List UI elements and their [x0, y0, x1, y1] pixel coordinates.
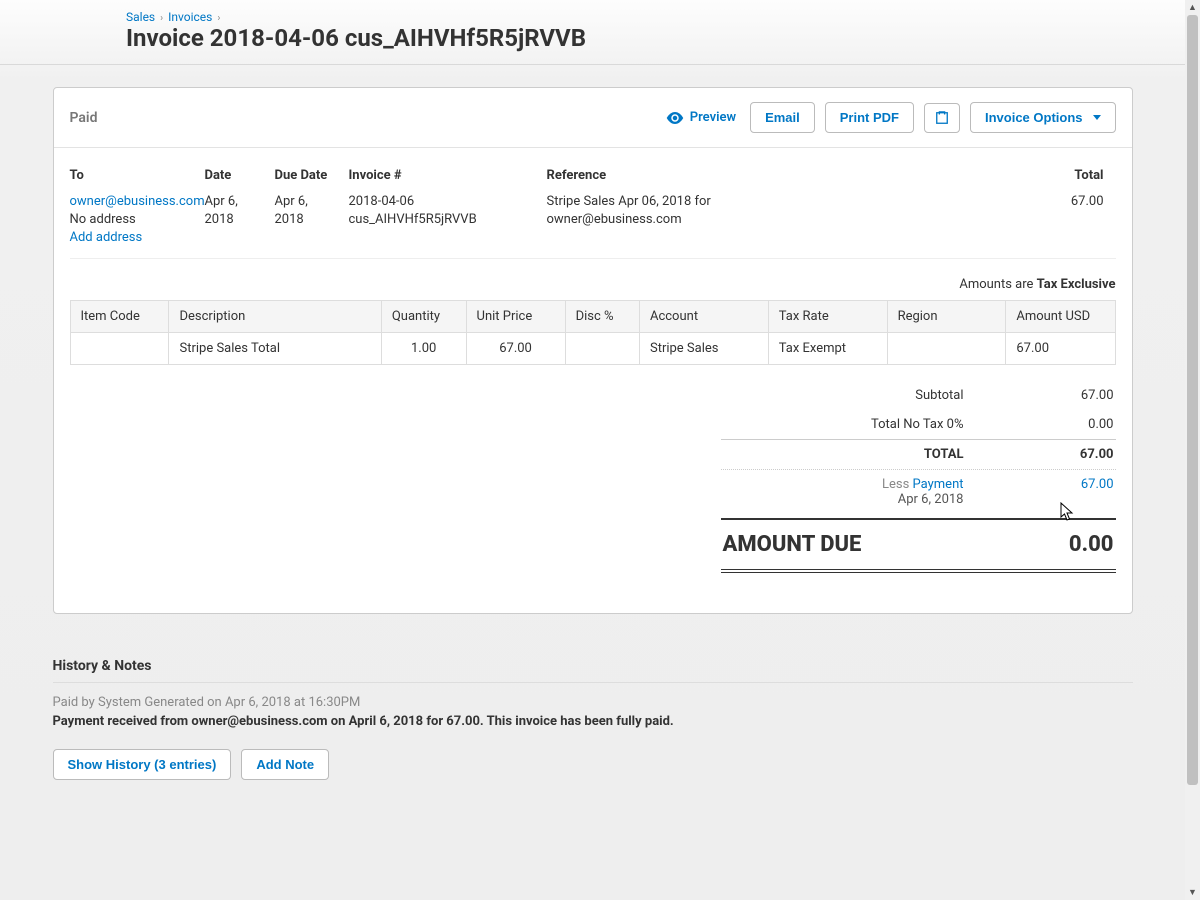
invoice-number-value: 2018-04-06 cus_AIHVHf5R5jRVVB [349, 193, 535, 229]
subtotal-value: 67.00 [1014, 388, 1114, 403]
col-quantity: Quantity [381, 300, 466, 332]
amount-due-value: 0.00 [1069, 532, 1114, 557]
scroll-down-icon[interactable]: ▼ [1185, 885, 1200, 900]
grand-total-label: TOTAL [723, 447, 1014, 462]
invoice-status: Paid [70, 110, 98, 126]
amounts-note-prefix: Amounts are [959, 277, 1036, 292]
grand-total-value: 67.00 [1014, 447, 1114, 462]
print-pdf-button[interactable]: Print PDF [825, 102, 914, 133]
add-address-link[interactable]: Add address [70, 230, 143, 245]
col-unit-price: Unit Price [466, 300, 565, 332]
date-value: Apr 6, 2018 [205, 193, 263, 229]
table-row: Stripe Sales Total 1.00 67.00 Stripe Sal… [70, 332, 1115, 364]
eye-icon [666, 112, 684, 124]
breadcrumb: Sales › Invoices › [126, 10, 1185, 24]
payment-date: Apr 6, 2018 [898, 492, 964, 507]
reference-value: Stripe Sales Apr 06, 2018 for owner@ebus… [547, 193, 747, 229]
date-label: Date [205, 168, 263, 183]
history-notes-title: History & Notes [53, 658, 1133, 683]
totals-block: Subtotal 67.00 Total No Tax 0% 0.00 TOTA… [721, 381, 1116, 573]
to-label: To [70, 168, 193, 183]
breadcrumb-sales[interactable]: Sales [126, 10, 155, 24]
col-amount: Amount USD [1006, 300, 1115, 332]
history-line-1: Paid by System Generated on Apr 6, 2018 … [53, 695, 1133, 710]
history-line-2: Payment received from owner@ebusiness.co… [53, 714, 1133, 729]
scroll-up-icon[interactable]: ▲ [1185, 0, 1200, 15]
no-address-text: No address [70, 212, 136, 227]
due-date-value: Apr 6, 2018 [275, 193, 337, 229]
amount-due-label: AMOUNT DUE [723, 532, 862, 557]
add-note-button[interactable]: Add Note [241, 749, 329, 780]
line-items-table: Item Code Description Quantity Unit Pric… [70, 300, 1116, 365]
invoice-number-label: Invoice # [349, 168, 535, 183]
col-discount: Disc % [565, 300, 639, 332]
notax-value: 0.00 [1014, 417, 1114, 432]
amounts-note: Amounts are Tax Exclusive [70, 277, 1116, 292]
cell-rate: Tax Exempt [768, 332, 887, 364]
page-title: Invoice 2018-04-06 cus_AIHVHf5R5jRVVB [126, 24, 1185, 52]
cell-price: 67.00 [466, 332, 565, 364]
subtotal-label: Subtotal [723, 388, 1014, 403]
payment-link[interactable]: Payment [913, 477, 964, 492]
cell-region [887, 332, 1006, 364]
notax-label: Total No Tax 0% [723, 417, 1014, 432]
open-new-button[interactable] [924, 103, 960, 133]
total-label: Total [1036, 168, 1104, 183]
cell-desc: Stripe Sales Total [169, 332, 381, 364]
preview-button[interactable]: Preview [666, 110, 736, 125]
total-value: 67.00 [1036, 193, 1104, 211]
col-tax-rate: Tax Rate [768, 300, 887, 332]
col-account: Account [639, 300, 768, 332]
col-description: Description [169, 300, 381, 332]
amounts-note-bold: Tax Exclusive [1037, 277, 1116, 292]
invoice-card: Paid Preview Email Print PDF Invoice Opt… [53, 87, 1133, 614]
chevron-right-icon: › [217, 13, 220, 24]
cell-disc [565, 332, 639, 364]
to-email-link[interactable]: owner@ebusiness.com [70, 194, 205, 209]
due-date-label: Due Date [275, 168, 337, 183]
payment-label: Less Payment Apr 6, 2018 [723, 477, 1014, 507]
less-prefix: Less [882, 477, 913, 492]
invoice-meta: To owner@ebusiness.com No address Add ad… [70, 168, 1116, 259]
payment-amount[interactable]: 67.00 [1014, 477, 1114, 507]
invoice-options-button[interactable]: Invoice Options [970, 102, 1116, 133]
scroll-thumb[interactable] [1187, 15, 1198, 785]
show-history-button[interactable]: Show History (3 entries) [53, 749, 232, 780]
cell-amt: 67.00 [1006, 332, 1115, 364]
cell-item [70, 332, 169, 364]
email-button[interactable]: Email [750, 102, 815, 133]
chevron-right-icon: › [160, 13, 163, 24]
col-region: Region [887, 300, 1006, 332]
vertical-scrollbar[interactable]: ▲ ▼ [1185, 0, 1200, 900]
breadcrumb-invoices[interactable]: Invoices [168, 10, 212, 24]
col-item-code: Item Code [70, 300, 169, 332]
cell-qty: 1.00 [381, 332, 466, 364]
cell-acct: Stripe Sales [639, 332, 768, 364]
reference-label: Reference [547, 168, 1024, 183]
preview-label: Preview [690, 110, 736, 125]
external-box-icon [935, 111, 949, 125]
